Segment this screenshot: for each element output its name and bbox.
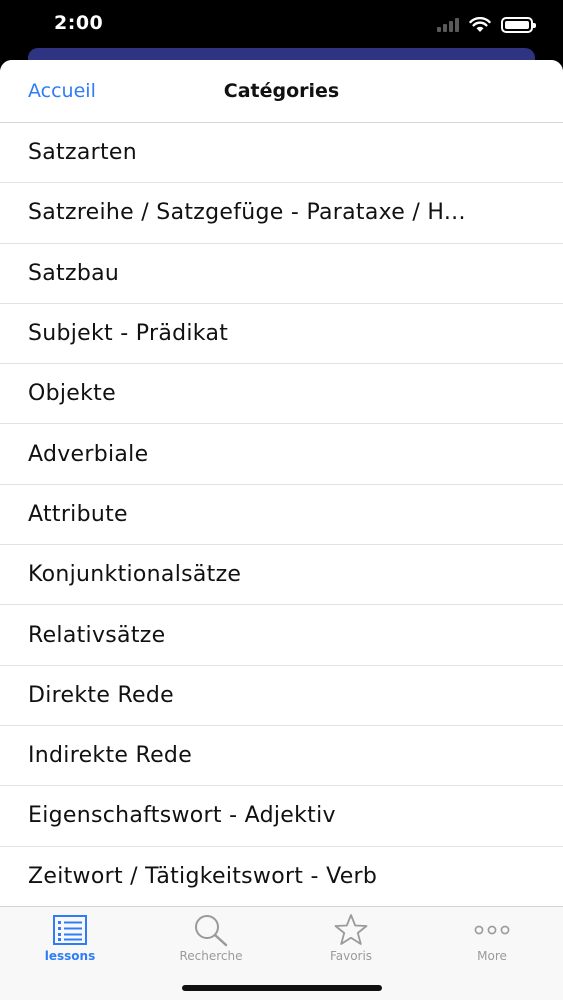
list-item-label: Eigenschaftswort - Adjektiv xyxy=(28,803,336,829)
list-item-label: Attribute xyxy=(28,501,128,527)
list-item[interactable]: Objekte xyxy=(0,364,563,425)
page-title: Catégories xyxy=(223,80,340,102)
list-icon xyxy=(53,915,87,945)
list-item[interactable]: Subjekt - Prädikat xyxy=(0,304,563,365)
list-item[interactable]: Konjunktionalsätze xyxy=(0,545,563,606)
list-item-label: Adverbiale xyxy=(28,441,149,467)
status-time: 2:00 xyxy=(54,12,104,34)
list-item-label: Konjunktionalsätze xyxy=(28,562,242,588)
tab-label: More xyxy=(477,949,507,963)
wifi-icon xyxy=(469,17,491,32)
list-item[interactable]: Satzbau xyxy=(0,244,563,304)
list-item[interactable]: Relativsätze xyxy=(0,605,563,666)
list-item-label: Satzarten xyxy=(28,140,137,166)
list-item[interactable]: Zeitwort / Tätigkeitswort - Verb xyxy=(0,847,563,907)
navigation-bar: Accueil Catégories xyxy=(0,60,563,123)
list-item[interactable]: Satzarten xyxy=(0,123,563,184)
list-item-label: Direkte Rede xyxy=(28,682,174,708)
status-icons xyxy=(437,14,536,36)
list-item-label: Indirekte Rede xyxy=(28,743,193,769)
tab-recherche[interactable]: Recherche xyxy=(141,913,281,973)
search-icon xyxy=(195,915,228,947)
tab-favoris[interactable]: Favoris xyxy=(281,913,421,973)
list-item[interactable]: Satzreihe / Satzgefüge - Parataxe / H... xyxy=(0,183,563,244)
list-item[interactable]: Direkte Rede xyxy=(0,666,563,726)
list-item-label: Satzreihe / Satzgefüge - Parataxe / H... xyxy=(28,200,466,226)
tab-lessons[interactable]: lessons xyxy=(0,913,140,973)
tab-bar: lessons Recherche Favoris More xyxy=(0,906,563,1000)
tab-label: Recherche xyxy=(179,949,243,963)
home-indicator xyxy=(182,985,382,991)
list-item[interactable]: Attribute xyxy=(0,485,563,546)
list-item-label: Satzbau xyxy=(28,260,120,286)
list-item[interactable]: Indirekte Rede xyxy=(0,726,563,787)
category-list: Satzarten Satzreihe / Satzgefüge - Parat… xyxy=(0,123,563,907)
more-icon xyxy=(474,925,510,935)
list-item-label: Relativsätze xyxy=(28,622,166,648)
list-item-label: Subjekt - Prädikat xyxy=(28,321,229,347)
categories-sheet: Accueil Catégories Satzarten Satzreihe /… xyxy=(0,60,563,1000)
list-item[interactable]: Adverbiale xyxy=(0,424,563,485)
battery-icon xyxy=(501,17,536,33)
list-item-label: Objekte xyxy=(28,381,116,407)
list-item[interactable]: Eigenschaftswort - Adjektiv xyxy=(0,786,563,847)
signal-icon xyxy=(437,18,459,32)
tab-more[interactable]: More xyxy=(422,913,562,973)
tab-label: lessons xyxy=(44,949,96,963)
list-item-label: Zeitwort / Tätigkeitswort - Verb xyxy=(28,863,378,889)
tab-label: Favoris xyxy=(329,949,373,963)
app-screen: 2:00 Accueil Catégories Satzarten Satzre… xyxy=(0,0,563,1000)
star-icon xyxy=(334,914,368,945)
status-bar: 2:00 xyxy=(0,0,563,50)
